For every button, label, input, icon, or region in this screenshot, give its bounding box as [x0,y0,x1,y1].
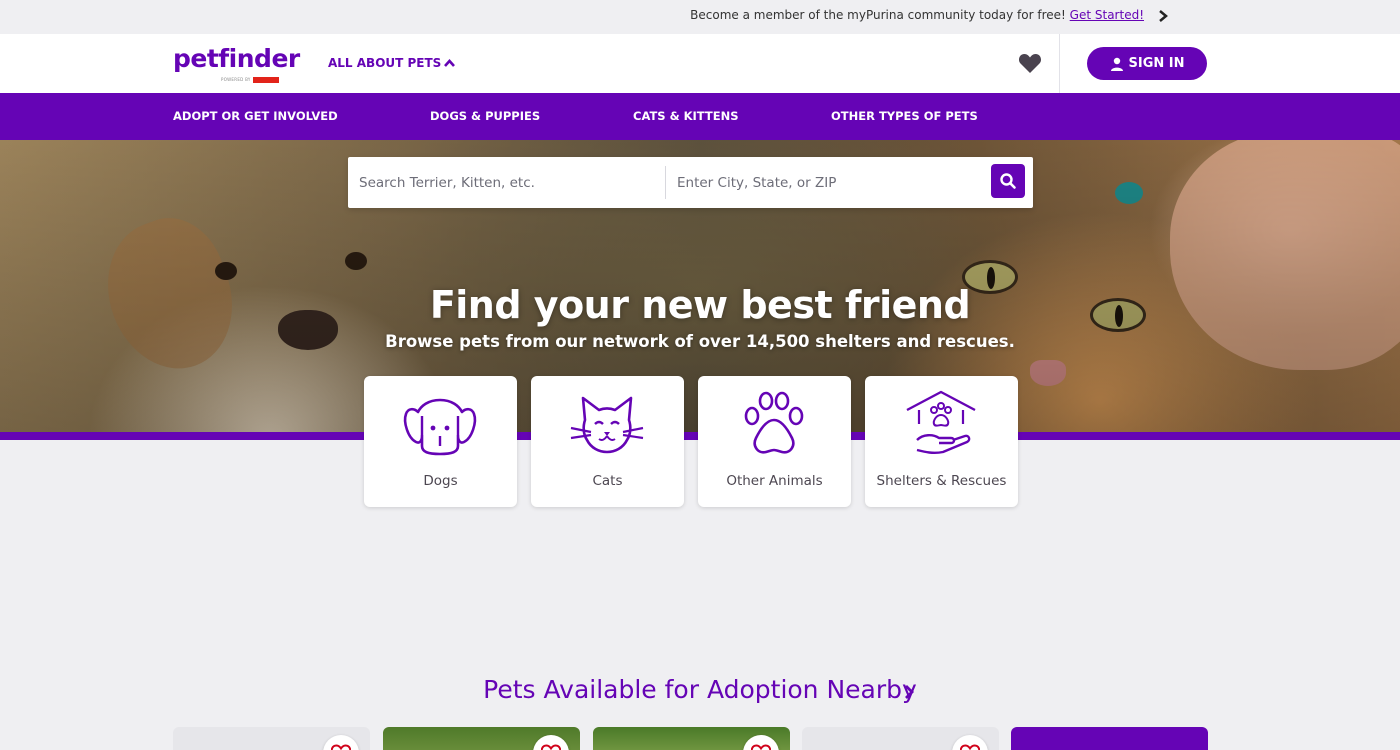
category-label: Dogs [423,473,458,489]
heart-outline-icon [331,744,351,750]
category-card-cats[interactable]: Cats [531,376,684,507]
pet-card[interactable] [383,727,580,750]
pets-nearby-heading[interactable]: Pets Available for Adoption Nearby [0,675,1400,704]
favorite-button[interactable] [323,735,359,750]
chevron-right-icon[interactable] [1157,9,1169,23]
get-started-link[interactable]: Get Started! [1070,8,1144,22]
nav-cats-and-kittens[interactable]: CATS & KITTENS [633,109,739,123]
search-bar [348,157,1033,208]
chevron-right-icon[interactable] [902,683,916,701]
favorite-button[interactable] [533,735,569,750]
paw-icon [744,391,804,454]
location-input[interactable] [666,157,986,208]
heart-outline-icon [541,744,561,750]
logo-wordmark: petfinder [173,44,300,73]
site-header: petfinder POWERED BY ALL ABOUT PETS SIGN… [0,34,1400,93]
sign-in-label: SIGN IN [1128,56,1185,71]
user-icon [1110,57,1123,71]
category-label: Shelters & Rescues [876,473,1007,489]
pets-nearby-title: Pets Available for Adoption Nearby [483,675,917,704]
promo-bar: Become a member of the myPurina communit… [0,0,1400,34]
more-pets-card[interactable] [1011,727,1208,750]
heart-outline-icon [960,744,980,750]
category-label: Cats [592,473,623,489]
sign-in-button[interactable]: SIGN IN [1087,47,1207,80]
nav-dogs-and-puppies[interactable]: DOGS & PUPPIES [430,109,540,123]
chevron-up-icon[interactable] [443,57,456,69]
logo-powered-by: POWERED BY [221,77,251,82]
pet-card[interactable] [802,727,999,750]
pet-card[interactable] [593,727,790,750]
promo-text: Become a member of the myPurina communit… [690,8,1066,22]
favorite-button[interactable] [952,735,988,750]
heart-outline-icon [751,744,771,750]
purina-logo-icon [253,77,279,83]
header-divider [1059,34,1060,93]
category-card-other-animals[interactable]: Other Animals [698,376,851,507]
nav-adopt-or-get-involved[interactable]: ADOPT OR GET INVOLVED [173,109,338,123]
favorite-button[interactable] [743,735,779,750]
cat-icon [570,396,644,454]
category-card-dogs[interactable]: Dogs [364,376,517,507]
pet-search-input[interactable] [348,157,664,208]
main-nav: ADOPT OR GET INVOLVED DOGS & PUPPIES CAT… [0,93,1400,140]
category-label: Other Animals [726,473,823,489]
hero-title: Find your new best friend [429,283,971,327]
nav-other-types-of-pets[interactable]: OTHER TYPES OF PETS [831,109,978,123]
pet-card[interactable] [173,727,370,750]
promo-message: Become a member of the myPurina communit… [690,8,1144,22]
search-button[interactable] [991,164,1025,198]
hero-subtitle: Browse pets from our network of over 14,… [385,332,1015,351]
all-about-pets-menu[interactable]: ALL ABOUT PETS [328,56,441,70]
search-icon [1000,173,1016,189]
favorites-heart-icon[interactable] [1018,52,1042,74]
category-card-shelters-rescues[interactable]: Shelters & Rescues [865,376,1018,507]
dog-icon [403,398,477,456]
petfinder-logo[interactable]: petfinder POWERED BY [173,44,300,84]
shelter-icon [906,390,976,455]
